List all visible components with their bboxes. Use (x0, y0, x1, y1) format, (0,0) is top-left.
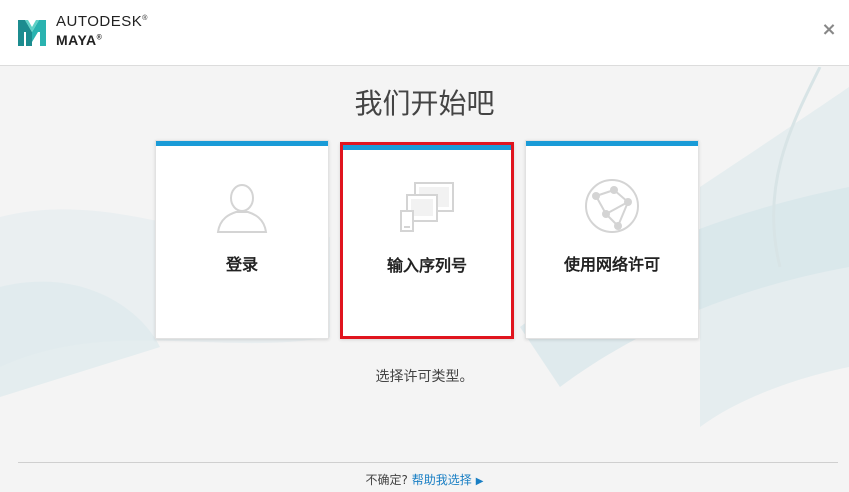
registered-mark: ® (142, 15, 148, 22)
page-title: 我们开始吧 (354, 87, 495, 120)
login-option-card[interactable]: 登录 (155, 140, 329, 339)
user-icon (216, 184, 268, 233)
license-type-hint: 选择许可类型。 (375, 369, 474, 385)
card-accent-bar (343, 145, 511, 150)
brand-maya: MAYA (56, 32, 97, 48)
brand-wordmark: AUTODESK® MAYA® (56, 14, 148, 47)
network-license-option-card[interactable]: 使用网络许可 (525, 140, 699, 339)
maya-logo-icon (18, 20, 46, 46)
footer: 不确定? 帮助我选择 ▶ (0, 471, 849, 488)
footer-question: 不确定? (365, 473, 408, 487)
serial-number-option-card[interactable]: 输入序列号 (340, 142, 514, 339)
card-label: 登录 (225, 255, 258, 274)
card-accent-bar (156, 141, 328, 146)
help-me-choose-link[interactable]: 帮助我选择 (412, 473, 472, 487)
card-label: 输入序列号 (386, 256, 467, 275)
chevron-right-icon[interactable]: ▶ (476, 476, 484, 487)
header-bar: AUTODESK® MAYA® × (0, 0, 849, 66)
card-accent-bar (526, 141, 698, 146)
devices-icon (400, 182, 454, 232)
close-button[interactable]: × (821, 19, 837, 40)
footer-divider (18, 462, 838, 463)
network-globe-icon (585, 179, 639, 233)
close-icon: × (821, 19, 837, 40)
card-label: 使用网络许可 (563, 255, 660, 274)
registered-mark-2: ® (96, 34, 103, 42)
brand-autodesk: AUTODESK (56, 13, 143, 30)
